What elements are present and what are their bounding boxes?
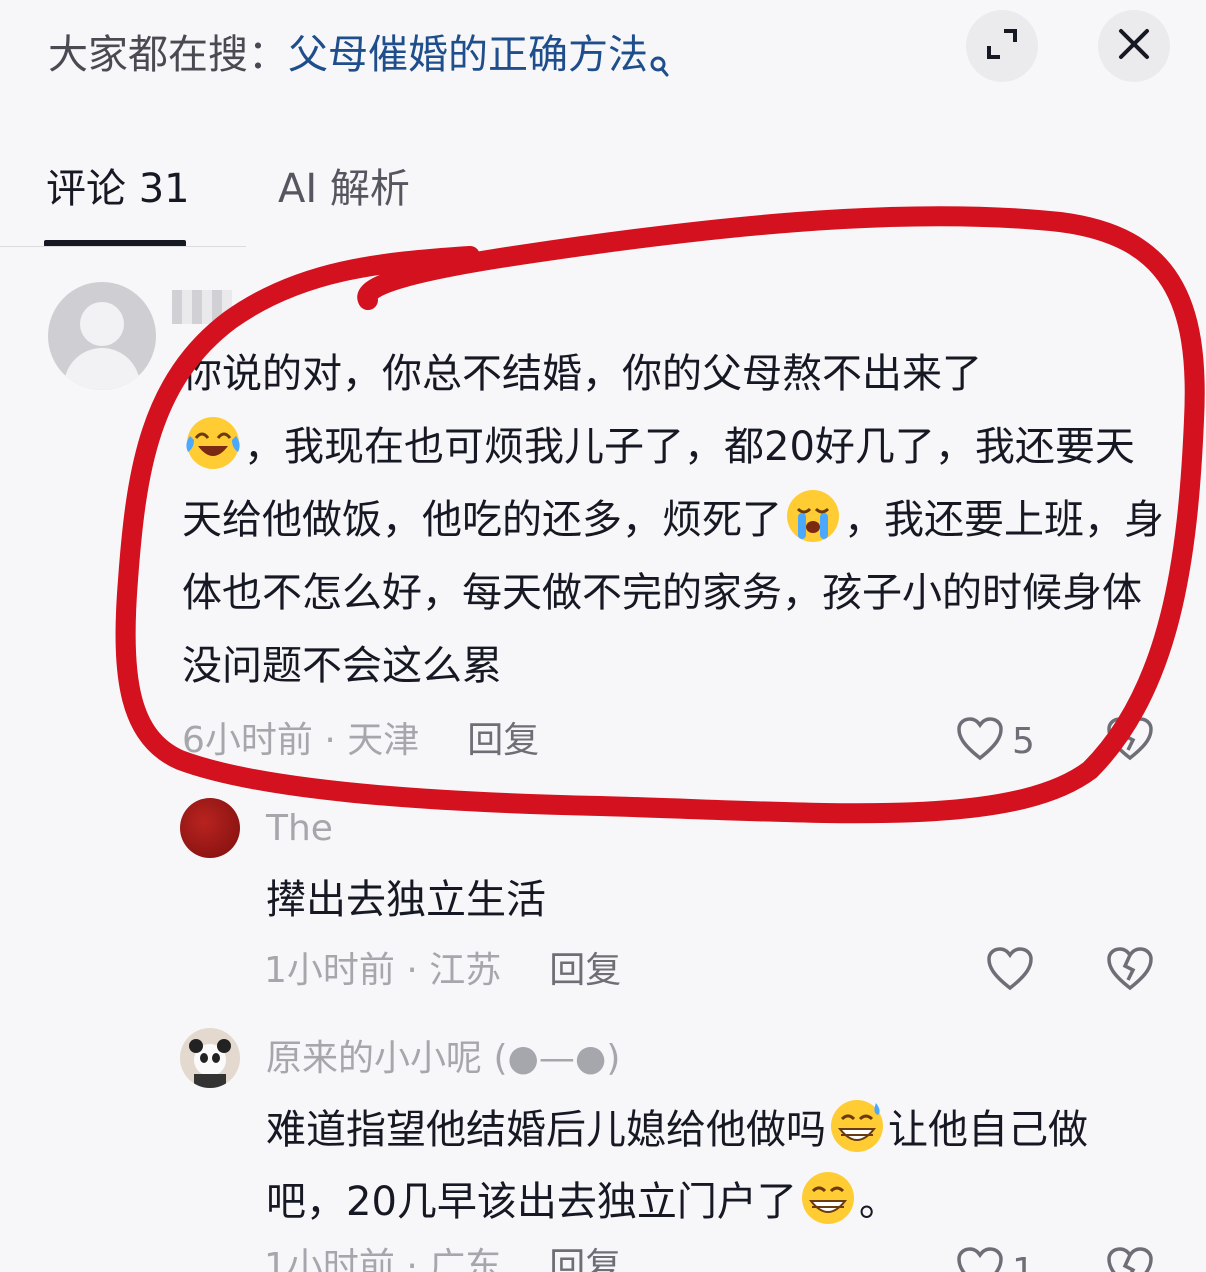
- heart-icon: [956, 1246, 1004, 1272]
- comment-time-location: 6小时前 · 天津: [182, 720, 420, 761]
- sweat-grin-emoji: [828, 1097, 886, 1155]
- reply-time-location: 1小时前 · 广东: [264, 1246, 502, 1272]
- reply-button[interactable]: 回复: [549, 1246, 621, 1272]
- heart-icon: [986, 946, 1034, 996]
- dislike-button[interactable]: [1106, 946, 1154, 996]
- tab-comments[interactable]: 评论 31: [46, 164, 190, 214]
- reply-button[interactable]: 回复: [467, 720, 539, 761]
- tab-divider: [0, 246, 246, 247]
- like-button[interactable]: [986, 946, 1034, 996]
- comment-tabs: 评论 31 AI 解析: [0, 150, 1206, 250]
- dislike-button[interactable]: [1106, 716, 1154, 766]
- search-suggestion-query[interactable]: 父母催婚的正确方法: [288, 32, 648, 78]
- search-icon: [650, 34, 670, 96]
- comment-text: 你说的对，你总不结婚，你的父母熬不出来了 ，我现在也可烦我儿子了，都20好几了，…: [182, 351, 1164, 689]
- top-bar: 大家都在搜：父母催婚的正确方法: [0, 0, 1206, 110]
- broken-heart-icon: [1106, 716, 1154, 766]
- grin-emoji: [799, 1169, 857, 1227]
- reply-meta: 1小时前 · 广东 回复: [264, 1244, 621, 1272]
- comment-meta: 6小时前 · 天津 回复: [182, 718, 539, 764]
- like-count: 1: [1012, 1250, 1035, 1272]
- avatar[interactable]: [180, 798, 240, 858]
- reply-time-location: 1小时前 · 江苏: [264, 950, 502, 991]
- broken-heart-icon: [1106, 946, 1154, 996]
- expand-button[interactable]: [966, 10, 1038, 82]
- avatar[interactable]: [180, 1028, 240, 1088]
- like-button[interactable]: 1: [956, 1246, 1035, 1272]
- reply-author-name[interactable]: 原来的小小呢 (●—●): [266, 1036, 620, 1082]
- search-suggestion[interactable]: 大家都在搜：父母催婚的正确方法: [48, 24, 670, 96]
- close-icon: [1117, 27, 1151, 65]
- search-suggestion-prefix: 大家都在搜：: [48, 32, 288, 78]
- heart-icon: [956, 716, 1004, 766]
- commenter-name-blurred: [172, 290, 232, 324]
- laughing-tears-emoji: [184, 414, 242, 472]
- reply-meta: 1小时前 · 江苏 回复: [264, 948, 621, 994]
- broken-heart-icon: [1106, 1246, 1154, 1272]
- reply-author-name[interactable]: The: [266, 806, 333, 852]
- like-count: 5: [1012, 720, 1035, 762]
- dislike-button[interactable]: [1106, 1246, 1154, 1272]
- reply-text: 撵出去独立生活: [266, 877, 546, 923]
- like-button[interactable]: 5: [956, 716, 1035, 766]
- expand-icon: [985, 27, 1019, 65]
- reply-text: 难道指望他结婚后儿媳给他做吗 让他自己做吧，20几早该出去独立门户了 。: [266, 1094, 1166, 1238]
- tab-ai-analysis[interactable]: AI 解析: [278, 164, 410, 214]
- reply-button[interactable]: 回复: [549, 950, 621, 991]
- avatar[interactable]: [48, 282, 156, 390]
- close-button[interactable]: [1098, 10, 1170, 82]
- crying-emoji: [784, 487, 842, 545]
